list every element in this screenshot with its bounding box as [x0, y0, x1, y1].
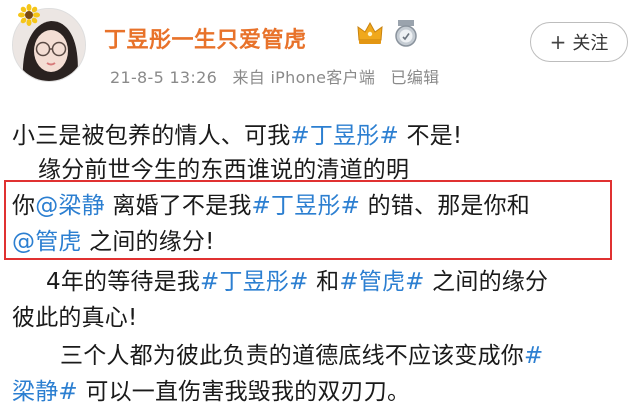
username[interactable]: 丁昱彤一生只爱管虎	[104, 22, 307, 54]
mention-link[interactable]: @管虎	[12, 229, 82, 255]
post-text: 和	[308, 269, 340, 295]
badge-icon	[395, 20, 417, 47]
post-text: 你	[12, 193, 36, 219]
post-text: 三个人都为彼此负责的道德底线不应该变成你	[60, 343, 524, 369]
post-line-1: 小三是被包养的情人、可我#丁昱彤# 不是!	[12, 116, 462, 150]
post-line-7: 三个人都为彼此负责的道德底线不应该变成你#	[60, 336, 543, 370]
hashtag-link[interactable]: #管虎#	[339, 269, 424, 295]
timestamp: 21-8-5 13:26	[110, 68, 218, 87]
post-text: 4年的等待是我	[46, 269, 201, 295]
sunflower-icon	[18, 4, 40, 26]
crown-icon	[357, 21, 383, 44]
post-line-4: @管虎 之间的缘分!	[12, 222, 215, 256]
hashtag-link[interactable]: #丁昱彤#	[252, 193, 361, 219]
post-text: 不是!	[398, 123, 463, 149]
post-text: 小三是被包养的情人、可我	[12, 123, 291, 149]
post-text: 之间的缘分!	[81, 229, 215, 255]
post-line-8: 梁静# 可以一直伤害我毁我的双刃刀。	[12, 372, 410, 406]
post-line-2: 缘分前世今生的东西谁说的清道的明	[38, 150, 409, 184]
post-text: 离婚了不是我	[104, 193, 252, 219]
post-line-6: 彼此的真心!	[12, 298, 137, 332]
post-text: 的错、那是你和	[360, 193, 530, 219]
edited-label[interactable]: 已编辑	[391, 68, 440, 87]
post-meta: 21-8-5 13:26 来自 iPhone客户端 已编辑	[110, 64, 449, 88]
post-text: 可以一直伤害我毁我的双刃刀。	[77, 379, 411, 405]
hashtag-link[interactable]: #	[524, 343, 543, 369]
plus-icon: +	[549, 30, 567, 54]
post-text: 之间的缘分	[424, 269, 549, 295]
source: 来自 iPhone客户端	[232, 68, 376, 87]
post-line-3: 你@梁静 离婚了不是我#丁昱彤# 的错、那是你和	[12, 186, 530, 220]
post-text: 彼此的真心!	[12, 305, 138, 331]
mention-link[interactable]: @梁静	[35, 193, 105, 219]
follow-button[interactable]: + 关注	[530, 22, 628, 62]
hashtag-link[interactable]: #丁昱彤#	[290, 123, 399, 149]
follow-label: 关注	[572, 33, 609, 54]
post-line-5: 4年的等待是我#丁昱彤# 和#管虎# 之间的缘分	[46, 262, 548, 296]
hashtag-link[interactable]: #丁昱彤#	[200, 269, 309, 295]
hashtag-link[interactable]: 梁静#	[12, 379, 78, 405]
